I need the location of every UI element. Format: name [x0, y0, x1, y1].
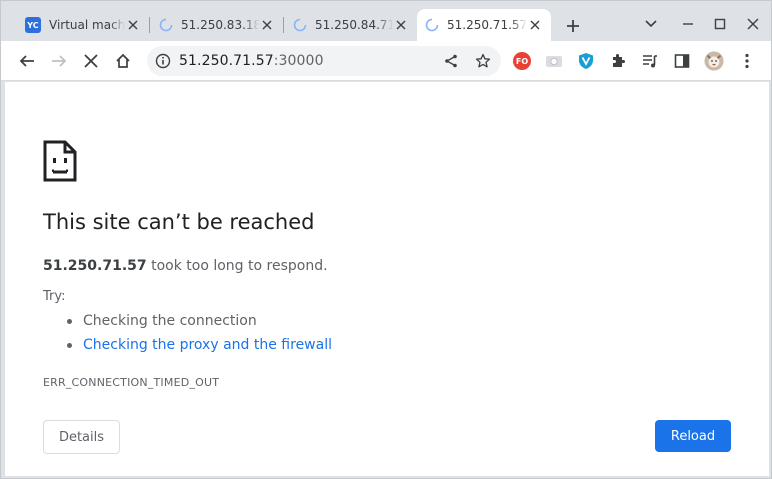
media-controls-button[interactable]: [640, 51, 660, 71]
fo-badge-icon: FO: [513, 52, 531, 70]
tab-title: 51.250.71.57: [447, 18, 527, 32]
error-page: This site can’t be reached 51.250.71.57 …: [5, 82, 769, 476]
suggestion-check-connection: Checking the connection: [43, 311, 332, 335]
browser-window: YC Virtual machines 51.250.83.18 51.250.…: [0, 0, 772, 479]
error-host: 51.250.71.57: [43, 258, 147, 274]
tab-strip: YC Virtual machines 51.250.83.18 51.250.…: [1, 1, 772, 45]
url-port: :30000: [273, 53, 324, 69]
shield-icon: [579, 53, 593, 69]
chevron-down-icon: [645, 20, 657, 28]
camera-icon: [546, 56, 562, 67]
tab-search-button[interactable]: [640, 13, 662, 35]
try-label: Try:: [43, 289, 66, 304]
maximize-button[interactable]: [709, 13, 731, 35]
suggestion-check-proxy-firewall-link[interactable]: Checking the proxy and the firewall: [43, 335, 332, 359]
bookmark-button[interactable]: [471, 49, 495, 73]
loading-spinner-icon: [159, 18, 173, 32]
tab-separator: [149, 17, 150, 33]
share-button[interactable]: [439, 49, 463, 73]
new-tab-button[interactable]: [562, 15, 584, 37]
share-icon: [445, 54, 457, 68]
browser-menu-button[interactable]: [737, 51, 757, 71]
error-code: ERR_CONNECTION_TIMED_OUT: [43, 376, 220, 389]
loading-spinner-icon: [425, 18, 439, 32]
minimize-icon: [683, 23, 693, 25]
close-tab-icon[interactable]: [259, 17, 275, 33]
close-icon: [84, 54, 98, 68]
minimize-button[interactable]: [677, 13, 699, 35]
close-tab-icon[interactable]: [125, 17, 141, 33]
tab-title: Virtual machines: [49, 18, 125, 32]
maximize-icon: [714, 18, 726, 30]
arrow-left-icon: [19, 55, 34, 67]
tab-virtual-machines[interactable]: YC Virtual machines: [17, 9, 150, 41]
puzzle-icon: [613, 54, 625, 67]
address-bar[interactable]: 51.250.71.57:30000: [147, 46, 501, 76]
url-host: 51.250.71.57: [179, 53, 274, 69]
reload-button[interactable]: Reload: [655, 420, 731, 452]
star-icon: [475, 53, 491, 68]
extension-vpn[interactable]: [576, 51, 596, 71]
side-panel-button[interactable]: [672, 51, 692, 71]
error-desc-suffix: took too long to respond.: [146, 258, 328, 274]
tab-51-250-83-18[interactable]: 51.250.83.18: [151, 9, 284, 41]
tab-title: 51.250.84.71: [315, 18, 393, 32]
arrow-right-icon: [52, 55, 67, 67]
error-description: 51.250.71.57 took too long to respond.: [43, 258, 328, 274]
stop-loading-button[interactable]: [79, 49, 103, 73]
error-headline: This site can’t be reached: [43, 210, 315, 234]
loading-spinner-icon: [293, 18, 307, 32]
profile-avatar-button[interactable]: [704, 51, 724, 71]
close-tab-icon[interactable]: [527, 17, 543, 33]
back-button[interactable]: [15, 49, 39, 73]
details-button[interactable]: Details: [43, 420, 120, 454]
browser-toolbar: 51.250.71.57:30000 FO: [1, 41, 771, 81]
side-panel-icon: [674, 54, 690, 68]
extensions-button[interactable]: [608, 51, 628, 71]
extension-camera[interactable]: [544, 51, 564, 71]
tab-51-250-84-71[interactable]: 51.250.84.71: [285, 9, 417, 41]
close-window-button[interactable]: [742, 13, 764, 35]
yandex-cloud-favicon-icon: YC: [25, 17, 41, 33]
tab-title: 51.250.83.18: [181, 18, 259, 32]
info-icon[interactable]: [155, 53, 171, 69]
close-tab-icon[interactable]: [393, 17, 409, 33]
extension-fo[interactable]: FO: [512, 51, 532, 71]
plus-icon: [567, 20, 579, 32]
sad-document-icon: [43, 140, 77, 182]
home-icon: [116, 53, 130, 68]
tab-separator: [283, 17, 284, 33]
forward-button[interactable]: [47, 49, 71, 73]
playlist-music-icon: [643, 55, 657, 68]
home-button[interactable]: [111, 49, 135, 73]
url-text[interactable]: 51.250.71.57:30000: [179, 53, 324, 69]
more-vertical-icon: [745, 53, 749, 69]
close-icon: [747, 18, 759, 30]
avatar: [704, 51, 724, 71]
tab-51-250-71-57[interactable]: 51.250.71.57: [417, 9, 551, 41]
suggestion-list: Checking the connection Checking the pro…: [43, 311, 332, 359]
